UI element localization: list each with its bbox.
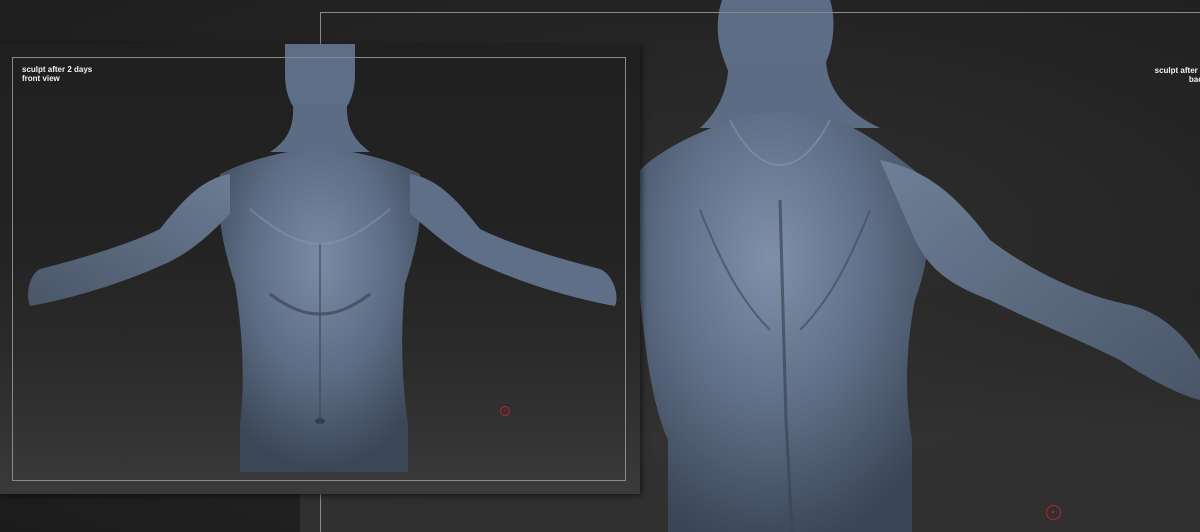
front-view-model[interactable] [0,44,640,494]
front-view-caption: sculpt after 2 days front view [22,65,92,83]
front-caption-line2: front view [22,74,60,83]
front-view-panel[interactable]: sculpt after 2 days front view [0,44,640,494]
front-left-arm [28,174,230,306]
front-navel [315,418,325,424]
back-caption-line2: back vi [1188,75,1200,84]
front-neck [270,104,370,152]
back-caption-line1: sculpt after 2 da [1154,66,1200,75]
front-caption-line1: sculpt after 2 days [22,65,93,74]
transpose-gizmo-icon[interactable] [500,406,510,416]
back-right-arm [880,160,1200,400]
back-view-caption: sculpt after 2 da back vi [1136,66,1200,84]
transpose-gizmo-icon[interactable] [1046,505,1061,520]
front-right-arm [410,174,617,306]
sculpt-viewport-canvas[interactable]: sculpt after 2 da back vi [0,0,1200,532]
